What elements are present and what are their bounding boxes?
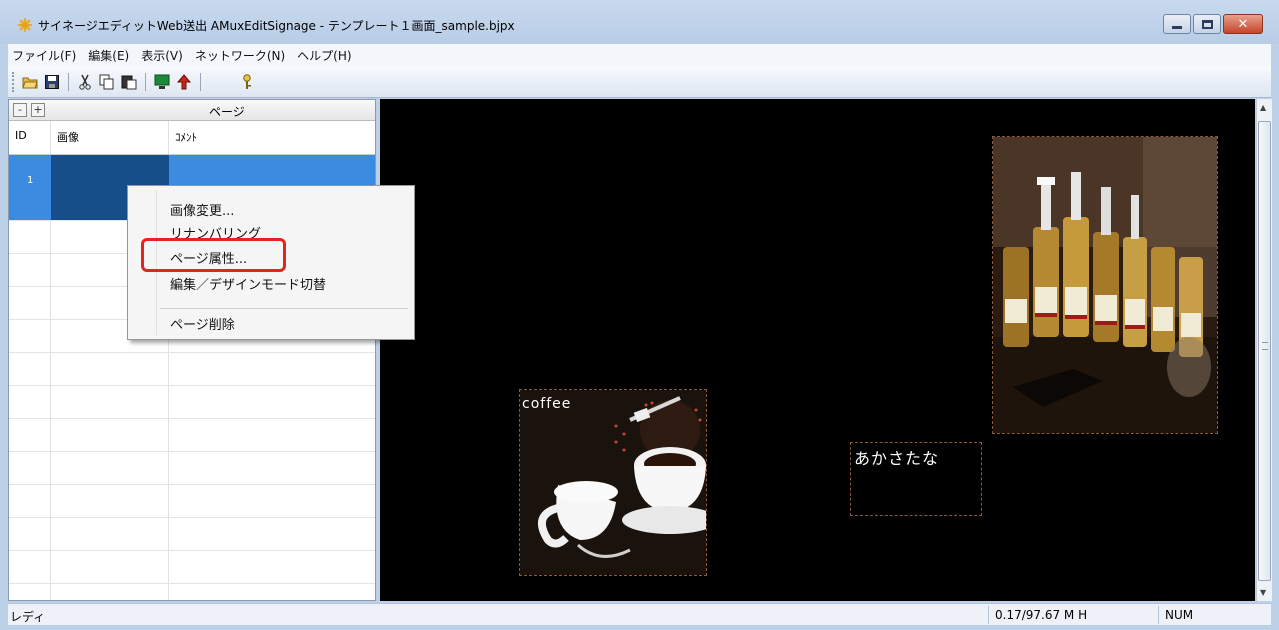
empty-row — [9, 551, 375, 584]
coffee-text-label: coffee — [522, 396, 572, 412]
close-icon: ✕ — [1237, 16, 1249, 32]
page-list-panel: - + ページ ID 画像 ｺﾒﾝﾄ 1 — [8, 99, 376, 601]
row-id: 1 — [9, 155, 51, 220]
monitor-button[interactable] — [153, 73, 171, 91]
upload-button[interactable] — [175, 73, 193, 91]
toolbar-separator — [200, 72, 201, 91]
design-canvas[interactable]: coffee あかさたな — [380, 99, 1255, 601]
open-icon — [22, 77, 38, 88]
coffee-cup-image — [520, 390, 718, 575]
page-panel-header: - + ページ — [9, 100, 375, 121]
cut-icon — [79, 74, 91, 90]
window-title: サイネージエディットWeb送出 AMuxEditSignage - テンプレート… — [38, 19, 515, 33]
toolbar-separator — [145, 72, 146, 91]
status-text: レディ — [10, 610, 46, 624]
status-num-lock: NUM — [1158, 606, 1228, 624]
menu-item-delete-page[interactable]: ページ削除 — [170, 314, 235, 333]
toolbar — [8, 66, 1271, 98]
cut-button[interactable] — [76, 73, 94, 91]
text-object-content: あかさたな — [854, 449, 940, 468]
copy-icon — [99, 74, 114, 89]
expand-button[interactable]: + — [31, 103, 45, 117]
text-object[interactable]: あかさたな — [850, 442, 982, 516]
thumb-grip-icon — [1262, 342, 1268, 350]
status-bar: レディ 0.17/97.67 M H NUM — [8, 603, 1271, 625]
syrup-bottles-image — [993, 137, 1217, 433]
menu-view[interactable]: 表示(V) — [135, 47, 189, 64]
empty-row — [9, 584, 375, 600]
window-controls: ✕ — [1161, 14, 1263, 34]
scroll-down-icon[interactable]: ▼ — [1260, 588, 1266, 597]
toolbar-grip[interactable] — [12, 71, 15, 92]
empty-row — [9, 518, 375, 551]
scroll-thumb[interactable] — [1258, 121, 1271, 581]
upload-arrow-icon — [177, 73, 191, 89]
key-button[interactable] — [238, 73, 256, 91]
menu-item-change-image[interactable]: 画像変更... — [170, 200, 234, 219]
column-header-id[interactable]: ID — [9, 121, 51, 154]
empty-row — [9, 419, 375, 452]
title-bar: サイネージエディットWeb送出 AMuxEditSignage - テンプレート… — [0, 0, 1279, 44]
close-button[interactable]: ✕ — [1223, 14, 1263, 34]
open-button[interactable] — [21, 73, 39, 91]
maximize-icon — [1201, 19, 1213, 29]
page-panel-title: ページ — [209, 105, 245, 119]
status-coordinates: 0.17/97.67 M H — [988, 606, 1148, 624]
menu-network[interactable]: ネットワーク(N) — [189, 47, 291, 64]
empty-row — [9, 485, 375, 518]
key-icon — [243, 73, 251, 89]
paste-icon — [121, 75, 137, 89]
minimize-button[interactable] — [1163, 14, 1191, 34]
scroll-up-icon[interactable]: ▲ — [1260, 103, 1266, 112]
page-list-header: ID 画像 ｺﾒﾝﾄ — [9, 121, 375, 155]
app-icon — [18, 18, 32, 32]
menu-item-toggle-mode[interactable]: 編集／デザインモード切替 — [170, 274, 326, 293]
empty-row — [9, 353, 375, 386]
toolbar-separator — [68, 72, 69, 91]
app-window: サイネージエディットWeb送出 AMuxEditSignage - テンプレート… — [0, 0, 1279, 630]
coffee-image-object[interactable]: coffee — [519, 389, 718, 576]
menu-file[interactable]: ファイル(F) — [8, 47, 82, 64]
minimize-icon — [1172, 25, 1182, 29]
copy-button[interactable] — [98, 73, 116, 91]
column-header-image[interactable]: 画像 — [51, 121, 169, 154]
maximize-button[interactable] — [1193, 14, 1221, 34]
bar-bottles-image-object[interactable] — [992, 136, 1218, 434]
menu-help[interactable]: ヘルプ(H) — [291, 47, 357, 64]
paste-button[interactable] — [120, 73, 138, 91]
annotation-highlight-box — [141, 238, 286, 272]
menu-separator — [160, 308, 408, 309]
save-button[interactable] — [43, 73, 61, 91]
collapse-button[interactable]: - — [13, 103, 27, 117]
monitor-icon — [154, 74, 170, 89]
save-icon — [45, 74, 59, 89]
menu-bar: ファイル(F) 編集(E) 表示(V) ネットワーク(N) ヘルプ(H) — [8, 44, 1271, 66]
menu-edit[interactable]: 編集(E) — [82, 47, 135, 64]
empty-row — [9, 386, 375, 419]
column-header-comment[interactable]: ｺﾒﾝﾄ — [169, 121, 375, 154]
empty-row — [9, 452, 375, 485]
vertical-scrollbar[interactable]: ▲ ▼ — [1256, 99, 1272, 601]
